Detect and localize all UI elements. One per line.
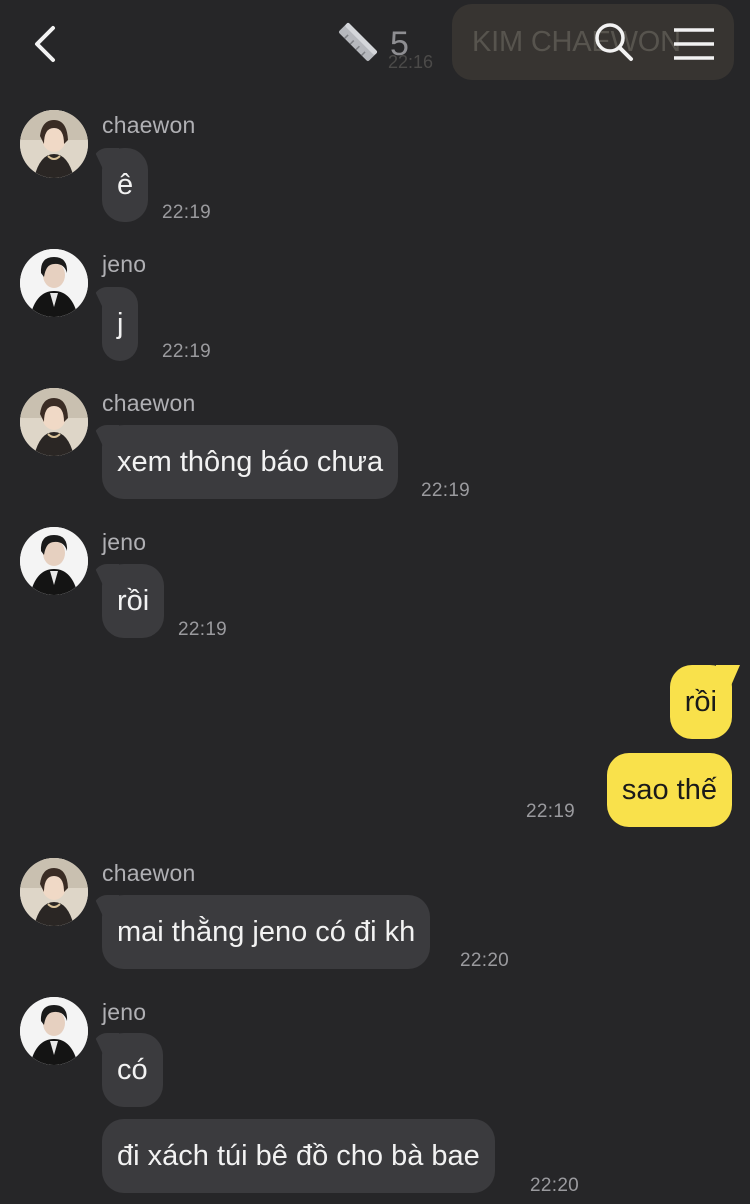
menu-button[interactable] (668, 22, 718, 66)
message-time: 22:19 (162, 341, 212, 362)
sender-name: jeno (102, 529, 147, 555)
my-message-bubble[interactable]: rồi (669, 665, 732, 739)
sender-name: chaewon (102, 390, 196, 416)
sender-name: jeno (102, 251, 147, 277)
message-bubble[interactable]: có (102, 1033, 163, 1107)
chat-header: 22:16 KIM CHAEWON 5 (0, 0, 750, 90)
search-button[interactable] (592, 20, 636, 64)
message-bubble[interactable]: rồi (102, 564, 165, 638)
sender-name: chaewon (102, 860, 196, 886)
hamburger-icon (674, 28, 714, 60)
message-bubble[interactable]: j (102, 287, 139, 361)
message-bubble[interactable]: đi xách túi bê đồ cho bà bae (102, 1119, 495, 1193)
message-bubble[interactable]: xem thông báo chưa (102, 425, 399, 499)
message-time: 22:20 (460, 950, 510, 971)
message-time: 22:19 (178, 619, 228, 640)
ghost-message: KIM CHAEWON (472, 26, 681, 58)
avatar-chaewon[interactable] (20, 110, 88, 178)
avatar-jeno[interactable] (20, 997, 88, 1065)
message-time: 22:20 (530, 1175, 580, 1196)
message-bubble[interactable]: ê (102, 148, 149, 222)
message-time: 22:19 (421, 480, 471, 501)
my-message-bubble[interactable]: sao thế (606, 753, 732, 827)
avatar-chaewon[interactable] (20, 388, 88, 456)
ruler-icon (334, 20, 382, 69)
sender-name: jeno (102, 999, 147, 1025)
avatar-jeno[interactable] (20, 249, 88, 317)
message-time: 22:19 (526, 801, 576, 822)
message-bubble[interactable]: mai thằng jeno có đi kh (102, 895, 431, 969)
chat-screen: 22:16 KIM CHAEWON 5 chaewon ê 22:19 jeno… (0, 0, 750, 1204)
avatar-jeno[interactable] (20, 527, 88, 595)
message-time: 22:19 (162, 202, 212, 223)
back-button[interactable] (24, 22, 68, 66)
avatar-chaewon[interactable] (20, 858, 88, 926)
chevron-left-icon (35, 26, 55, 62)
search-icon (595, 23, 633, 61)
member-count: 5 (390, 24, 409, 63)
member-count-button[interactable]: 5 (334, 22, 409, 66)
sender-name: chaewon (102, 112, 196, 138)
